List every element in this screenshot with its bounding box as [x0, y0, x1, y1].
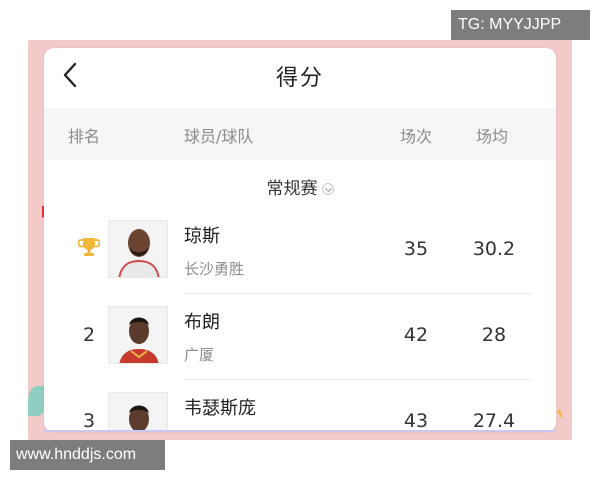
player-name: 韦瑟斯庞 — [184, 398, 256, 419]
table-header: 排名 球员/球队 场次 场均 — [44, 108, 556, 160]
table-row[interactable]: 3 韦瑟斯庞 43 27.4 — [44, 380, 556, 432]
games-value: 43 — [403, 410, 429, 432]
column-player-team: 球员/球队 — [184, 127, 254, 146]
average-value: 28 — [481, 324, 507, 346]
average-value: 30.2 — [472, 238, 516, 260]
table-row[interactable]: 2 布朗 广厦 42 28 — [44, 294, 556, 380]
player-team: 长沙勇胜 — [184, 260, 245, 278]
page-title: 得分 — [275, 66, 324, 91]
card-bottom-border — [44, 430, 556, 432]
games-value: 35 — [403, 238, 429, 260]
telegram-watermark: TG: MYYJJPP — [451, 10, 590, 40]
trophy-icon — [77, 238, 101, 256]
player-team: 广厦 — [184, 346, 215, 364]
player-photo — [108, 392, 168, 432]
player-name: 琼斯 — [184, 226, 220, 247]
site-watermark: www.hnddjs.com — [10, 440, 165, 470]
column-rank: 排名 — [68, 127, 101, 146]
rank-cell: 3 — [82, 410, 96, 432]
rank-cell: 2 — [82, 324, 96, 346]
column-average: 场均 — [476, 127, 509, 146]
season-filter[interactable]: 常规赛 — [44, 174, 556, 199]
player-name: 布朗 — [184, 312, 220, 333]
rank-cell — [74, 236, 104, 263]
player-photo — [108, 306, 168, 364]
table-row[interactable]: 琼斯 长沙勇胜 35 30.2 — [44, 208, 556, 294]
average-value: 27.4 — [472, 410, 516, 432]
player-photo — [108, 220, 168, 278]
top-bar: 得分 — [44, 48, 556, 104]
column-games: 场次 — [400, 127, 433, 146]
games-value: 42 — [403, 324, 429, 346]
season-label: 常规赛 — [266, 179, 318, 199]
leaderboard-card: 得分 排名 球员/球队 场次 场均 常规赛 琼斯 长沙勇胜 35 30.2 2 … — [44, 48, 556, 432]
chevron-down-icon — [321, 183, 334, 195]
